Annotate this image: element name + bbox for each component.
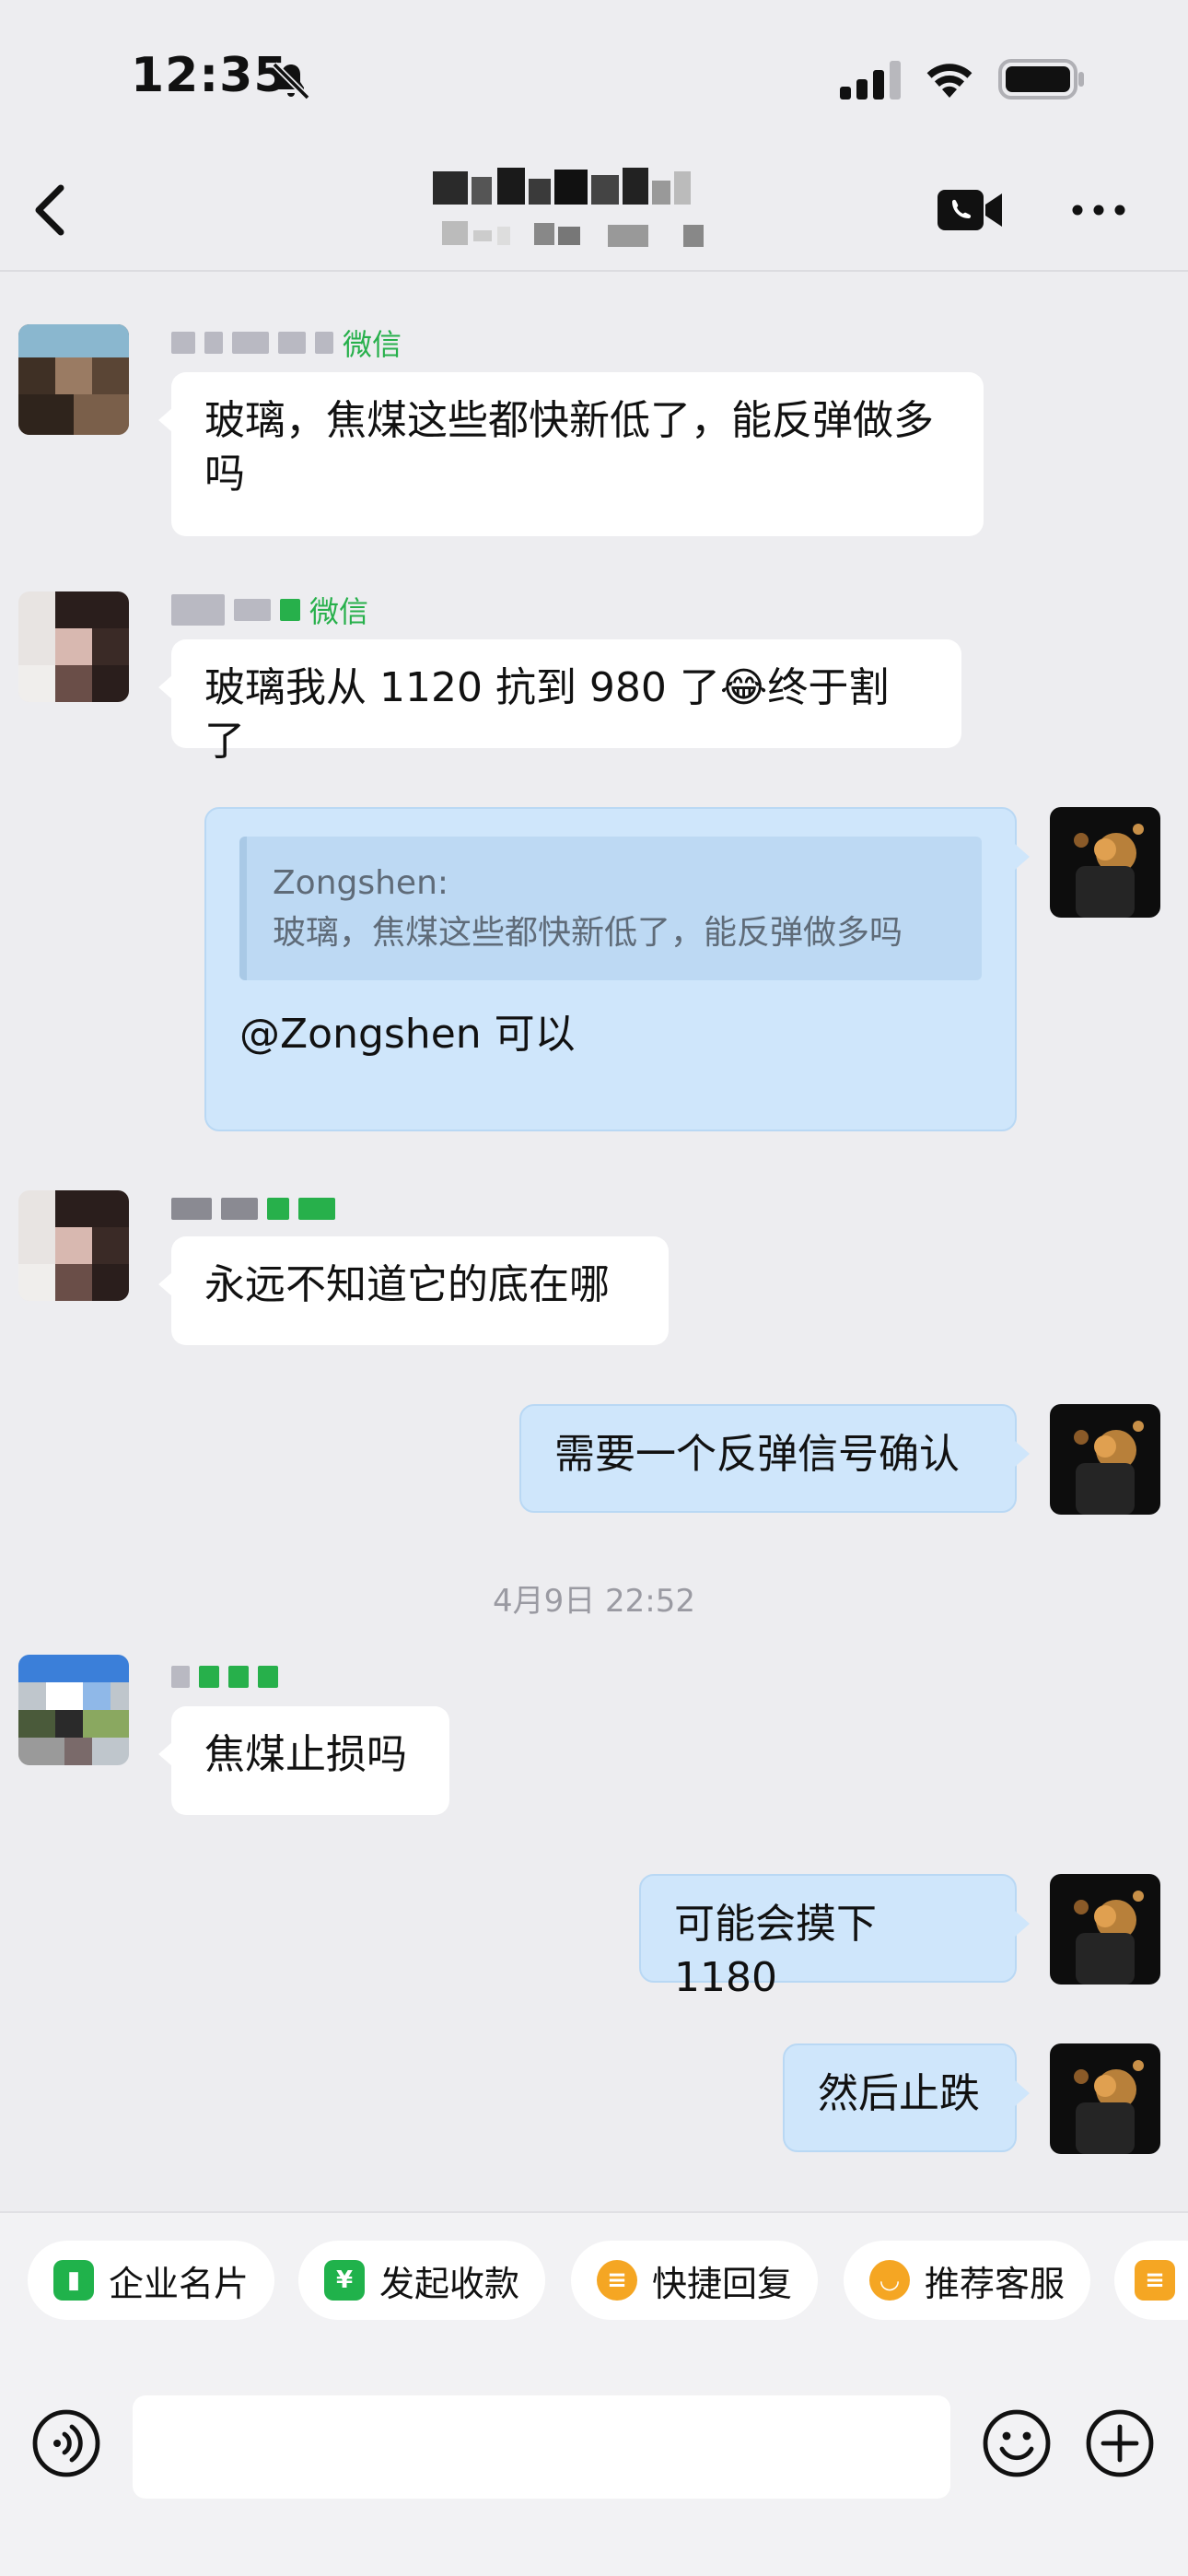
my-avatar[interactable]: [1050, 1874, 1160, 1985]
quick-reply-icon: ≡: [597, 2260, 637, 2301]
message-text: 玻璃，焦煤这些都快新低了，能反弹做多吗: [204, 397, 934, 498]
emoji-icon[interactable]: [982, 2408, 1052, 2478]
message-bubble[interactable]: 焦煤止损吗: [158, 1706, 449, 1815]
smile-service-icon: ◡: [869, 2260, 910, 2301]
more-options-icon[interactable]: [1070, 203, 1127, 217]
message-text: 可能会摸下 1180: [674, 1901, 877, 2001]
status-bar: 12:35: [0, 0, 1188, 147]
sender-source: 微信: [343, 327, 402, 362]
message-bubble-with-quote[interactable]: Zongshen: 玻璃，焦煤这些都快新低了，能反弹做多吗 @Zongshen …: [204, 807, 1030, 1131]
contact-avatar[interactable]: [18, 591, 129, 702]
message-input-bar: [0, 2359, 1188, 2576]
contact-avatar[interactable]: [18, 1190, 129, 1301]
more-chip-partial[interactable]: ≡: [1114, 2241, 1188, 2320]
chat-nav-bar: [0, 147, 1188, 272]
battery-icon: [998, 59, 1084, 100]
sender-name: 微信: [171, 324, 402, 362]
message-text: 焦煤止损吗: [204, 1731, 407, 1778]
recommend-service-chip[interactable]: ◡ 推荐客服: [844, 2241, 1091, 2320]
quick-reply-chip[interactable]: ≡ 快捷回复: [571, 2241, 819, 2320]
sender-name: 微信: [171, 591, 369, 629]
my-avatar[interactable]: [1050, 1404, 1160, 1515]
quoted-message[interactable]: Zongshen: 玻璃，焦煤这些都快新低了，能反弹做多吗: [239, 837, 982, 980]
sender-name: [171, 1658, 287, 1695]
bell-muted-icon: [272, 62, 310, 100]
message-bubble[interactable]: 可能会摸下 1180: [639, 1874, 1030, 2001]
yen-shield-icon: ¥: [324, 2260, 365, 2301]
voice-input-icon[interactable]: [31, 2408, 101, 2478]
cellular-signal-icon: [840, 61, 901, 100]
request-payment-chip[interactable]: ¥ 发起收款: [298, 2241, 546, 2320]
message-text: 永远不知道它的底在哪: [204, 1261, 610, 1308]
message-text: 需要一个反弹信号确认: [554, 1431, 960, 1478]
contact-avatar[interactable]: [18, 324, 129, 435]
chat-timestamp: 4月9日 22:52: [492, 1583, 696, 1620]
sender-name: [171, 1190, 344, 1227]
message-bubble[interactable]: 然后止跌: [783, 2043, 1030, 2152]
plus-more-icon[interactable]: [1085, 2408, 1155, 2478]
chip-label: 快捷回复: [652, 2263, 793, 2304]
message-bubble[interactable]: 玻璃，焦煤这些都快新低了，能反弹做多吗: [158, 372, 984, 536]
message-text-input[interactable]: [133, 2395, 950, 2499]
quote-author: Zongshen:: [273, 864, 449, 902]
quick-action-bar: ▮ 企业名片 ¥ 发起收款 ≡ 快捷回复 ◡ 推荐客服 ≡: [0, 2211, 1188, 2359]
chip-label: 企业名片: [109, 2263, 250, 2304]
back-chevron-icon[interactable]: [31, 184, 68, 236]
my-avatar[interactable]: [1050, 807, 1160, 918]
video-call-icon[interactable]: [938, 188, 1004, 232]
business-card-icon: ▮: [53, 2260, 94, 2301]
business-card-chip[interactable]: ▮ 企业名片: [28, 2241, 275, 2320]
quote-text: 玻璃，焦煤这些都快新低了，能反弹做多吗: [273, 914, 903, 952]
document-icon: ≡: [1135, 2260, 1175, 2301]
contact-avatar[interactable]: [18, 1655, 129, 1765]
message-text: 玻璃我从 1120 抗到 980 了😂终于割了: [204, 664, 890, 765]
chat-title-pixelated: [433, 168, 704, 247]
message-bubble[interactable]: 玻璃我从 1120 抗到 980 了😂终于割了: [158, 639, 961, 765]
chip-label: 推荐客服: [925, 2263, 1066, 2304]
message-text: 然后止跌: [818, 2070, 980, 2117]
my-avatar[interactable]: [1050, 2043, 1160, 2154]
chip-label: 发起收款: [379, 2263, 520, 2304]
message-text: @Zongshen 可以: [239, 1011, 576, 1058]
sender-source: 微信: [309, 594, 369, 629]
message-bubble[interactable]: 需要一个反弹信号确认: [519, 1404, 1030, 1513]
message-bubble[interactable]: 永远不知道它的底在哪: [158, 1236, 669, 1345]
wifi-icon: [926, 64, 973, 98]
status-time: 12:35: [131, 48, 288, 103]
